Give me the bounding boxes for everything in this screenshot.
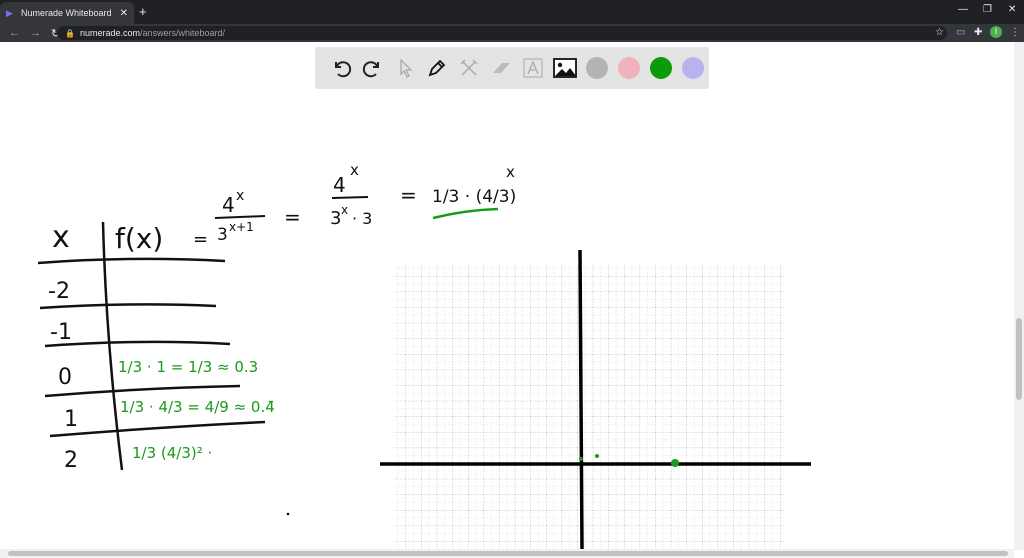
menu-icon[interactable]: ⋮ xyxy=(1010,27,1020,38)
pen-button[interactable] xyxy=(421,52,453,84)
row-x: 1 xyxy=(64,407,78,432)
browser-tab[interactable]: ▶ Numerade Whiteboard ✕ xyxy=(0,2,134,24)
row-fx: 1/3 · 4/3 = 4/9 ≈ 0.4̄ xyxy=(120,398,275,416)
url-field[interactable]: 🔒 numerade.com/answers/whiteboard/ xyxy=(57,26,947,40)
pen-icon xyxy=(428,59,446,77)
frac2-den-tail: · 3 xyxy=(352,209,372,228)
restore-icon[interactable]: ❐ xyxy=(983,4,992,15)
select-button[interactable] xyxy=(389,52,421,84)
close-window-icon[interactable]: ✕ xyxy=(1008,4,1016,15)
point xyxy=(671,459,679,467)
close-tab-icon[interactable]: ✕ xyxy=(120,8,128,19)
cast-icon[interactable]: ▭ xyxy=(956,27,965,38)
row-x: -2 xyxy=(48,279,70,304)
color-pink[interactable] xyxy=(613,52,645,84)
text-button[interactable] xyxy=(517,52,549,84)
result-exp: x xyxy=(506,163,515,181)
point xyxy=(579,457,583,461)
whiteboard-canvas[interactable]: x f(x) = 4 x 3 x+1 = 4 x 3 x · 3 = 1/3 ·… xyxy=(0,42,1014,549)
table-lines xyxy=(37,221,266,471)
new-tab-icon[interactable]: + xyxy=(139,4,147,19)
frac1-den-exp: x+1 xyxy=(229,220,254,234)
extensions-icon[interactable]: ✚ xyxy=(974,27,982,38)
frac2-den-exp: x xyxy=(341,203,348,217)
tools-icon xyxy=(460,59,478,76)
lock-icon: 🔒 xyxy=(65,28,75,38)
vertical-scrollbar[interactable] xyxy=(1014,42,1024,550)
row-x: 2 xyxy=(64,448,78,473)
frac1-num-exp: x xyxy=(236,188,244,204)
color-gray[interactable] xyxy=(581,52,613,84)
row-fx: 1/3 · 1 = 1/3 ≈ 0.3 xyxy=(118,358,258,376)
frac1-numerator: 4 xyxy=(222,193,235,217)
equation-result: 1/3 · (4/3) xyxy=(432,187,516,207)
frac2-num-exp: x xyxy=(350,161,359,179)
color-swatch xyxy=(586,57,608,79)
equation: x f(x) = 4 x 3 x+1 = 4 x 3 x · 3 = 1/3 ·… xyxy=(52,161,516,255)
whiteboard-toolbar xyxy=(315,47,709,89)
tab-title: Numerade Whiteboard xyxy=(21,8,112,18)
select-icon xyxy=(400,58,413,78)
address-bar-row: ← → ↻ 🔒 numerade.com/answers/whiteboard/… xyxy=(0,24,1024,42)
tools-button[interactable] xyxy=(453,52,485,84)
browser-tab-bar: ▶ Numerade Whiteboard ✕ + — ❐ ✕ xyxy=(0,0,1024,24)
redo-icon xyxy=(362,61,379,78)
horizontal-scrollbar[interactable] xyxy=(0,549,1014,558)
graph-grid xyxy=(395,265,785,549)
vertical-scroll-thumb[interactable] xyxy=(1016,318,1022,400)
row-fx: 1/3 (4/3)² · xyxy=(132,444,212,462)
eraser-button[interactable] xyxy=(485,52,517,84)
y-axis xyxy=(578,249,584,549)
color-lavender[interactable] xyxy=(677,52,709,84)
color-swatch xyxy=(618,57,640,79)
numerade-logo-icon: ▶ xyxy=(6,7,13,18)
horizontal-scroll-thumb[interactable] xyxy=(8,551,1008,556)
row-x: 0 xyxy=(58,365,72,390)
avatar[interactable]: I xyxy=(990,26,1002,38)
star-icon[interactable]: ☆ xyxy=(935,27,944,38)
point xyxy=(595,454,599,458)
table-header-x: x xyxy=(52,220,70,255)
color-green[interactable] xyxy=(645,52,677,84)
equals-2: = xyxy=(284,205,301,229)
stray-dot xyxy=(286,512,290,516)
eraser-icon xyxy=(493,63,510,73)
undo-button[interactable] xyxy=(325,52,357,84)
url-path: /answers/whiteboard/ xyxy=(140,28,226,38)
equation-lhs: f(x) xyxy=(115,222,163,255)
redo-button[interactable] xyxy=(357,52,389,84)
equals-1: = xyxy=(193,229,208,250)
forward-icon[interactable]: → xyxy=(30,27,42,39)
equals-3: = xyxy=(400,183,417,207)
frac2-numerator: 4 xyxy=(333,173,346,197)
frac1-denominator: 3 xyxy=(217,225,228,245)
color-swatch xyxy=(650,57,672,79)
image-button[interactable] xyxy=(549,52,581,84)
undo-icon xyxy=(335,61,352,78)
text-icon xyxy=(523,58,543,78)
url-host: numerade.com xyxy=(79,28,140,38)
color-swatch xyxy=(682,57,704,79)
back-icon[interactable]: ← xyxy=(9,27,21,39)
frac2-denominator: 3 xyxy=(330,208,341,229)
row-x: -1 xyxy=(50,320,72,345)
minimize-icon[interactable]: — xyxy=(958,4,968,15)
table: -2 -1 0 1 2 1/3 · 1 = 1/3 ≈ 0.3 1/3 · 4/… xyxy=(48,279,275,473)
image-icon xyxy=(553,58,577,78)
green-underline xyxy=(432,207,499,220)
